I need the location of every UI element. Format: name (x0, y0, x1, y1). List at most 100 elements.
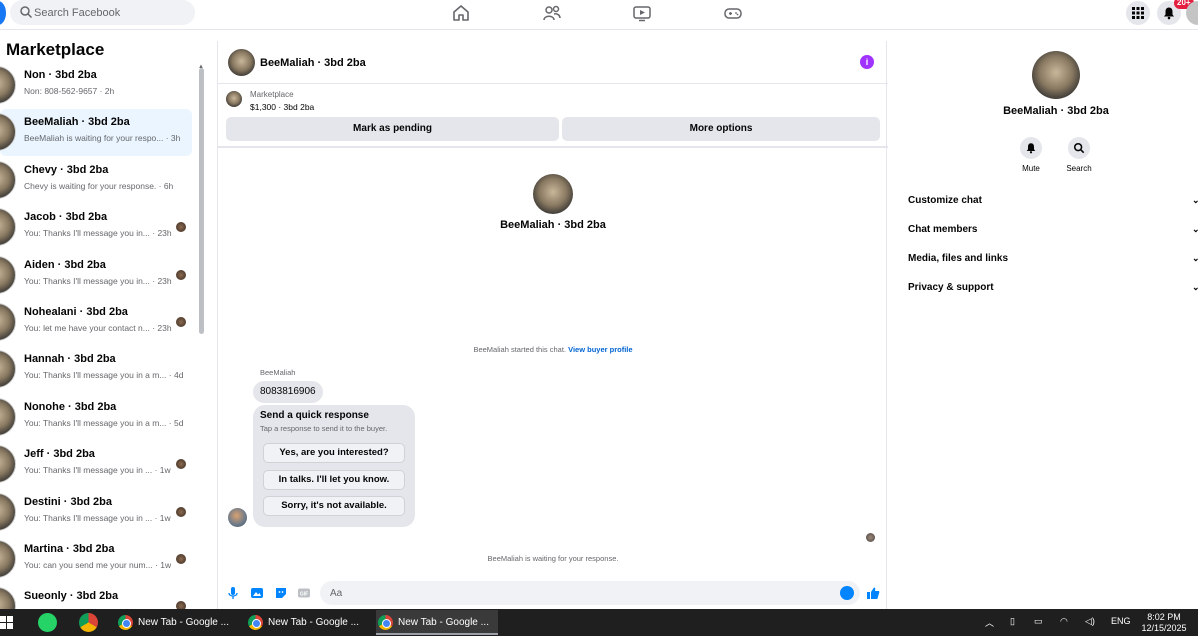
volume-icon[interactable]: ◁) (1085, 616, 1095, 627)
conversation-avatar (0, 160, 16, 199)
wifi-icon[interactable]: ◠ (1060, 616, 1068, 627)
photo-icon[interactable] (250, 586, 264, 600)
mark-as-pending-button[interactable]: Mark as pending (226, 117, 559, 141)
conversation-item[interactable]: BeeMaliah · 3bd 2ba BeeMaliah is waiting … (0, 109, 192, 157)
battery-icon[interactable]: ▭ (1034, 616, 1043, 627)
emoji-icon[interactable] (840, 586, 854, 600)
windows-start-icon[interactable] (0, 616, 13, 629)
menu-label: Customize chat (908, 195, 982, 206)
conversation-avatar (0, 113, 16, 152)
conversation-item[interactable]: Jeff · 3bd 2ba You: Thanks I'll message y… (0, 441, 192, 488)
quick-response-card: Send a quick response Tap a response to … (253, 405, 415, 527)
video-icon[interactable] (632, 3, 652, 23)
menu-chat-members[interactable]: Chat members ⌄ (908, 224, 1198, 235)
contact-avatar[interactable] (533, 174, 573, 214)
menu-privacy-support[interactable]: Privacy & support ⌄ (908, 282, 1198, 293)
conversation-snippet: Non: 808-562-9657 · 2h (24, 86, 115, 96)
chat-title[interactable]: BeeMaliah · 3bd 2ba (260, 57, 366, 69)
quick-response-option[interactable]: Yes, are you interested? (263, 443, 405, 463)
account-avatar[interactable] (1186, 1, 1198, 25)
listing-label: Marketplace (250, 90, 294, 99)
taskbar-chrome-window[interactable]: New Tab - Google ... (246, 610, 371, 635)
conversation-name: Nohealani · 3bd 2ba (24, 306, 128, 318)
conversation-snippet: You: Thanks I'll message you in... · 23h (24, 275, 172, 286)
message-composer: GIF (218, 578, 888, 609)
menu-customize-chat[interactable]: Customize chat ⌄ (908, 195, 1198, 206)
conversation-item[interactable]: Hannah · 3bd 2ba You: Thanks I'll message… (0, 346, 192, 393)
conversation-item[interactable]: Nohealani · 3bd 2ba You: let me have your… (0, 299, 192, 346)
whatsapp-icon[interactable] (38, 613, 57, 632)
read-receipt-avatar (176, 459, 186, 470)
conversation-item[interactable]: Aiden · 3bd 2ba You: Thanks I'll message … (0, 252, 192, 299)
search-icon (20, 6, 33, 19)
conversation-item[interactable]: Sueonly · 3bd 2ba (0, 583, 192, 609)
conversation-item[interactable]: Non · 3bd 2ba Non: 808-562-9657 · 2h (0, 62, 192, 109)
friends-icon[interactable] (542, 3, 562, 23)
conversation-item[interactable]: Nonohe · 3bd 2ba You: Thanks I'll message… (0, 394, 192, 441)
search-input[interactable] (34, 0, 189, 25)
conversation-name: Nonohe · 3bd 2ba (24, 400, 117, 413)
menu-grid-button[interactable] (1126, 1, 1150, 25)
chat-avatar[interactable] (228, 49, 255, 76)
conversation-avatar (0, 208, 16, 247)
taskbar-chrome-window-active[interactable]: New Tab - Google ... (376, 610, 498, 635)
search-box[interactable] (10, 0, 195, 25)
message-input-wrapper[interactable] (320, 581, 860, 605)
conversation-avatar (0, 303, 16, 341)
read-receipt-avatar (176, 554, 186, 564)
conversation-avatar (0, 255, 16, 294)
microphone-icon[interactable] (226, 586, 240, 600)
bell-icon (1164, 7, 1174, 20)
menu-label: Media, files and links (908, 253, 1009, 264)
conversation-item[interactable]: Jacob · 3bd 2ba You: Thanks I'll message … (0, 204, 192, 251)
device-icon[interactable]: ▯ (1010, 616, 1015, 627)
system-clock[interactable]: 8:02 PM 12/15/2025 (1133, 612, 1195, 634)
chevron-down-icon: ⌄ (1192, 195, 1198, 205)
conversation-name: Jacob · 3bd 2ba (24, 211, 108, 224)
chat-started-note: BeeMaliah started this chat. View buyer … (218, 345, 888, 354)
chrome-icon (118, 615, 133, 630)
details-avatar[interactable] (1032, 51, 1080, 99)
chevron-down-icon: ⌄ (1192, 282, 1198, 292)
message-input[interactable] (330, 581, 830, 605)
conversation-avatar (0, 587, 16, 609)
language-indicator[interactable]: ENG (1111, 616, 1131, 626)
gaming-icon[interactable] (723, 3, 743, 23)
quick-response-option[interactable]: In talks. I'll let you know. (263, 470, 405, 490)
facebook-messenger-window: 20+ Marketplace Non · 3bd 2ba Non: 808-56… (0, 0, 1198, 636)
gif-icon[interactable]: GIF (297, 586, 311, 600)
show-hidden-icons-chevron-icon[interactable]: ︿ (985, 616, 994, 629)
conversation-snippet: You: Thanks I'll message you in ... · 1w (24, 465, 171, 476)
grid-icon (1132, 7, 1144, 19)
conversation-item[interactable]: Martina · 3bd 2ba You: can you send me yo… (0, 536, 192, 583)
menu-media-files-links[interactable]: Media, files and links ⌄ (908, 253, 1198, 264)
search-conversation-button[interactable] (1068, 137, 1090, 159)
home-icon[interactable] (451, 3, 471, 23)
sender-avatar (228, 508, 247, 527)
taskbar-chrome-window[interactable]: New Tab - Google ... (116, 610, 236, 635)
chrome-icon[interactable] (79, 613, 98, 632)
search-icon (1073, 142, 1085, 154)
read-receipt-avatar (176, 222, 186, 233)
info-icon[interactable]: i (860, 55, 874, 69)
listing-thumbnail[interactable] (226, 91, 242, 107)
read-receipt-avatar (176, 506, 186, 517)
chat-panel: BeeMaliah · 3bd 2ba i Marketplace $1,300… (217, 41, 888, 609)
sidebar-scrollbar[interactable] (199, 68, 204, 334)
conversation-item[interactable]: Chevy · 3bd 2ba Chevy is waiting for your… (0, 157, 192, 204)
taskbar-window-title: New Tab - Google ... (138, 617, 229, 628)
sticker-icon[interactable] (274, 586, 288, 600)
more-options-button[interactable]: More options (562, 117, 880, 141)
read-receipt-avatar (176, 601, 186, 609)
conversation-avatar (0, 492, 16, 531)
contact-name: BeeMaliah · 3bd 2ba (500, 219, 606, 231)
chat-details-panel: BeeMaliah · 3bd 2ba Mute Search Customiz… (898, 41, 1198, 609)
mute-button[interactable] (1020, 137, 1042, 159)
facebook-logo-icon[interactable] (0, 1, 6, 25)
thumbs-up-icon[interactable] (866, 586, 880, 600)
search-label: Search (1066, 164, 1092, 173)
view-buyer-profile-link[interactable]: View buyer profile (568, 345, 632, 354)
conversation-item[interactable]: Destini · 3bd 2ba You: Thanks I'll messag… (0, 489, 192, 536)
conversation-name: Chevy · 3bd 2ba (24, 163, 109, 176)
quick-response-option[interactable]: Sorry, it's not available. (263, 496, 405, 516)
